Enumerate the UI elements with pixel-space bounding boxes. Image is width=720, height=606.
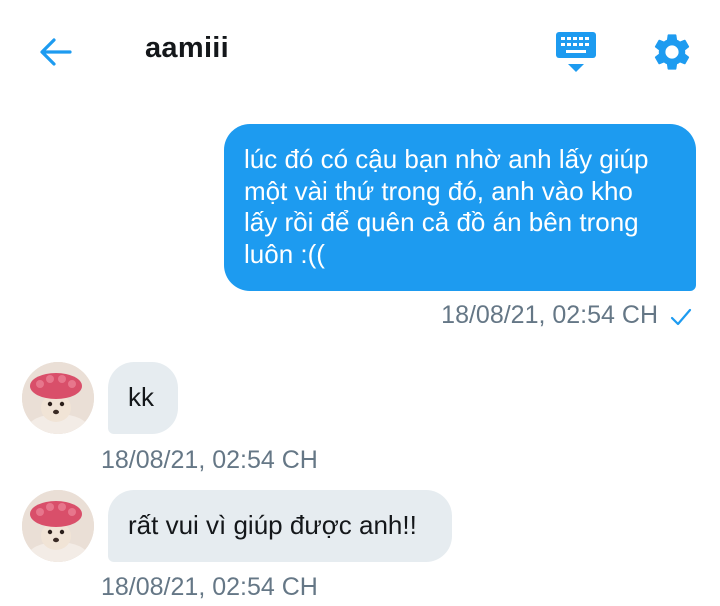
message-text: kk (128, 382, 154, 412)
message-line: luôn :(( (244, 238, 325, 269)
keyboard-button[interactable] (552, 30, 600, 76)
conversation-title[interactable]: aamiii (145, 32, 229, 65)
message-timestamp: 18/08/21, 02:54 CH (101, 573, 318, 601)
check-icon (670, 308, 692, 326)
incoming-message-bubble[interactable]: kk (108, 362, 178, 434)
gear-icon (654, 34, 690, 70)
dog-avatar-image (22, 362, 94, 434)
conversation-header: aamiii (0, 0, 720, 100)
avatar[interactable] (22, 490, 94, 562)
message-line: lúc đó có cậu bạn nhờ anh lấy giúp (244, 144, 649, 174)
outgoing-message-bubble[interactable]: lúc đó có cậu bạn nhờ anh lấy giúp một v… (224, 124, 696, 291)
keyboard-icon (556, 32, 596, 72)
settings-button[interactable] (650, 30, 694, 74)
avatar[interactable] (22, 362, 94, 434)
message-line: lấy rồi để quên cả đồ án bên trong (244, 207, 639, 237)
back-button[interactable] (36, 32, 76, 72)
message-text: rất vui vì giúp được anh!! (128, 510, 417, 540)
dog-avatar-image (22, 490, 94, 562)
message-timestamp: 18/08/21, 02:54 CH (101, 446, 318, 474)
arrow-left-icon (40, 38, 72, 66)
incoming-message-bubble[interactable]: rất vui vì giúp được anh!! (108, 490, 452, 562)
message-timestamp: 18/08/21, 02:54 CH (441, 301, 658, 329)
message-line: một vài thứ trong đó, anh vào kho (244, 175, 633, 206)
